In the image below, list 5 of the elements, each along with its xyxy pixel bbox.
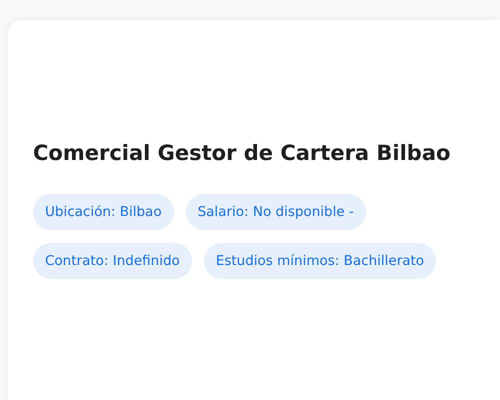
- info-tag: Ubicación: Bilbao: [33, 194, 174, 230]
- info-tag: Estudios mínimos: Bachillerato: [204, 243, 436, 279]
- info-tag: Salario: No disponible -: [186, 194, 366, 230]
- job-title: Comercial Gestor de Cartera Bilbao: [33, 140, 452, 167]
- info-tag: Contrato: Indefinido: [33, 243, 192, 279]
